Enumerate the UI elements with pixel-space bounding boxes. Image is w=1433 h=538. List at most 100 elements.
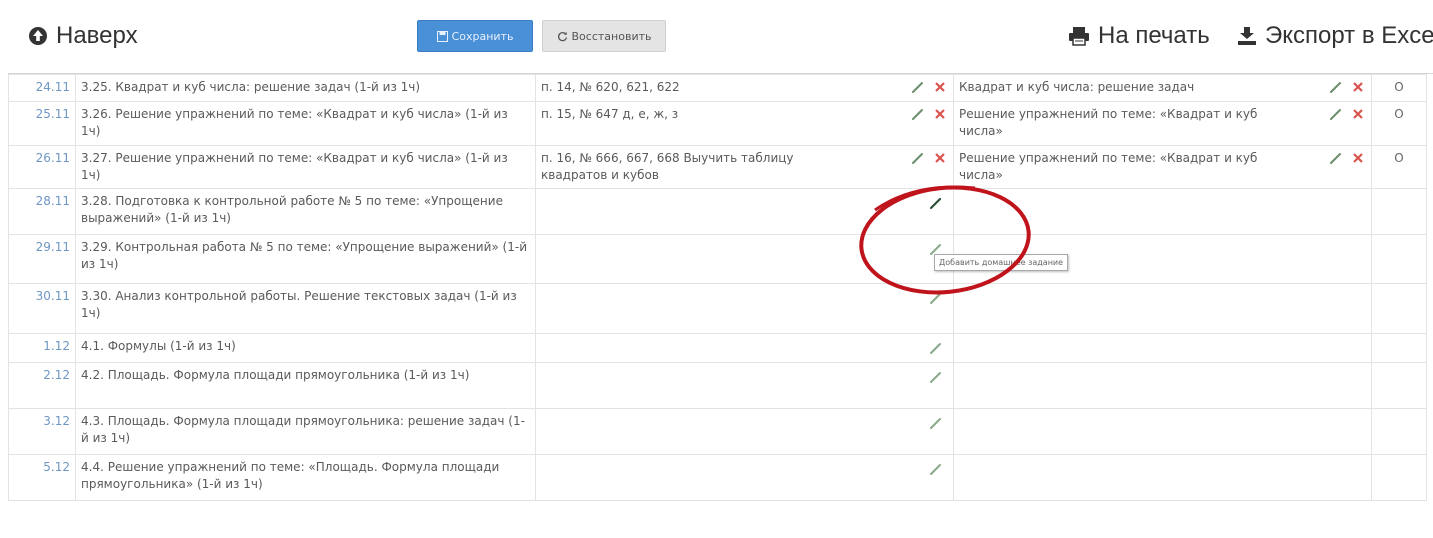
add-homework-pencil-icon[interactable]: [929, 341, 943, 355]
scroll-top-button[interactable]: Наверх: [28, 22, 138, 50]
lesson-topic: 3.27. Решение упражнений по теме: «Квадр…: [75, 145, 536, 189]
export-excel-label: Экспорт в Excel: [1265, 22, 1433, 49]
lessons-table: 24.11 3.25. Квадрат и куб числа: решение…: [8, 74, 1427, 501]
homework-cell: [535, 408, 954, 455]
homework-cell: п. 14, № 620, 621, 622: [535, 74, 954, 102]
homework-topic-cell: Решение упражнений по теме: «Квадрат и к…: [953, 145, 1372, 189]
export-excel-button[interactable]: Экспорт в Excel: [1237, 22, 1433, 50]
homework-cell: [535, 283, 954, 334]
restore-button[interactable]: Восстановить: [542, 20, 666, 52]
lesson-date: 25.11: [8, 101, 76, 146]
save-button[interactable]: Сохранить: [417, 20, 533, 52]
homework-topic-cell: Решение упражнений по теме: «Квадрат и к…: [953, 101, 1372, 146]
table-row: 26.11 3.27. Решение упражнений по теме: …: [8, 145, 1427, 189]
homework-topic-cell: [953, 283, 1372, 334]
table-row: 29.11 3.29. Контрольная работа № 5 по те…: [8, 234, 1427, 284]
lesson-date: 30.11: [8, 283, 76, 334]
add-homework-pencil-icon[interactable]: [929, 291, 943, 305]
add-homework-pencil-icon[interactable]: [929, 370, 943, 384]
mark-cell[interactable]: О: [1371, 101, 1427, 146]
restore-label: Восстановить: [571, 29, 652, 43]
lesson-topic: 4.4. Решение упражнений по теме: «Площад…: [75, 454, 536, 501]
lesson-topic: 3.29. Контрольная работа № 5 по теме: «У…: [75, 234, 536, 284]
add-homework-tooltip: Добавить домашнее задание: [934, 254, 1069, 271]
lesson-topic: 3.28. Подготовка к контрольной работе № …: [75, 188, 536, 235]
lesson-topic: 3.25. Квадрат и куб числа: решение задач…: [75, 74, 536, 102]
add-homework-pencil-icon[interactable]: [929, 462, 943, 476]
delete-x-icon[interactable]: [1351, 107, 1365, 121]
lesson-date: 1.12: [8, 333, 76, 363]
homework-cell: [535, 188, 954, 235]
scroll-top-label: Наверх: [56, 22, 138, 49]
lesson-date: 2.12: [8, 362, 76, 409]
lesson-date: 28.11: [8, 188, 76, 235]
edit-pencil-icon[interactable]: [911, 151, 925, 165]
mark-cell[interactable]: [1371, 362, 1427, 409]
homework-cell: [535, 234, 954, 284]
homework-topic-text: Решение упражнений по теме: «Квадрат и к…: [959, 151, 1258, 182]
homework-cell: п. 16, № 666, 667, 668 Выучить таблицу к…: [535, 145, 954, 189]
homework-topic-cell: [953, 362, 1372, 409]
printer-icon: [1069, 27, 1089, 46]
mark-cell[interactable]: О: [1371, 145, 1427, 189]
print-button[interactable]: На печать: [1068, 22, 1210, 50]
lesson-topic: 4.2. Площадь. Формула площади прямоуголь…: [75, 362, 536, 409]
mark-cell[interactable]: [1371, 188, 1427, 235]
mark-cell[interactable]: О: [1371, 74, 1427, 102]
homework-cell: [535, 362, 954, 409]
toolbar: Наверх Сохранить Восстановить На печать …: [0, 0, 1433, 68]
mark-cell[interactable]: [1371, 333, 1427, 363]
homework-text: п. 14, № 620, 621, 622: [541, 80, 680, 94]
delete-x-icon[interactable]: [1351, 151, 1365, 165]
add-homework-pencil-icon[interactable]: [929, 196, 943, 210]
delete-x-icon[interactable]: [933, 80, 947, 94]
mark-cell[interactable]: [1371, 234, 1427, 284]
table-row: 28.11 3.28. Подготовка к контрольной раб…: [8, 188, 1427, 235]
lesson-date: 24.11: [8, 74, 76, 102]
homework-cell: [535, 333, 954, 363]
table-row: 3.12 4.3. Площадь. Формула площади прямо…: [8, 408, 1427, 455]
table-row: 25.11 3.26. Решение упражнений по теме: …: [8, 101, 1427, 146]
homework-cell: [535, 454, 954, 501]
floppy-icon: [436, 30, 448, 42]
edit-pencil-icon[interactable]: [1329, 151, 1343, 165]
lesson-topic: 3.30. Анализ контрольной работы. Решение…: [75, 283, 536, 334]
homework-cell: п. 15, № 647 д, е, ж, з: [535, 101, 954, 146]
refresh-icon: [557, 31, 567, 41]
homework-topic-cell: [953, 408, 1372, 455]
arrow-up-circle-icon: [29, 27, 47, 45]
add-homework-pencil-icon[interactable]: [929, 416, 943, 430]
mark-cell[interactable]: [1371, 454, 1427, 501]
save-label: Сохранить: [451, 29, 514, 43]
lesson-date: 5.12: [8, 454, 76, 501]
delete-x-icon[interactable]: [933, 107, 947, 121]
homework-topic-cell: [953, 188, 1372, 235]
edit-pencil-icon[interactable]: [911, 107, 925, 121]
lesson-topic: 4.3. Площадь. Формула площади прямоуголь…: [75, 408, 536, 455]
edit-pencil-icon[interactable]: [911, 80, 925, 94]
mark-cell[interactable]: [1371, 408, 1427, 455]
table-row: 24.11 3.25. Квадрат и куб числа: решение…: [8, 74, 1427, 102]
lesson-topic: 4.1. Формулы (1-й из 1ч): [75, 333, 536, 363]
homework-text: п. 15, № 647 д, е, ж, з: [541, 107, 679, 121]
homework-text: п. 16, № 666, 667, 668 Выучить таблицу к…: [541, 151, 794, 182]
edit-pencil-icon[interactable]: [1329, 80, 1343, 94]
mark-cell[interactable]: [1371, 283, 1427, 334]
lesson-topic: 3.26. Решение упражнений по теме: «Квадр…: [75, 101, 536, 146]
edit-pencil-icon[interactable]: [1329, 107, 1343, 121]
homework-topic-cell: [953, 454, 1372, 501]
lesson-date: 29.11: [8, 234, 76, 284]
homework-topic-text: Решение упражнений по теме: «Квадрат и к…: [959, 107, 1258, 138]
print-label: На печать: [1098, 22, 1210, 49]
table-row: 5.12 4.4. Решение упражнений по теме: «П…: [8, 454, 1427, 501]
delete-x-icon[interactable]: [1351, 80, 1365, 94]
delete-x-icon[interactable]: [933, 151, 947, 165]
homework-topic-text: Квадрат и куб числа: решение задач: [959, 80, 1195, 94]
table-row: 2.12 4.2. Площадь. Формула площади прямо…: [8, 362, 1427, 409]
homework-topic-cell: [953, 333, 1372, 363]
table-row: 1.12 4.1. Формулы (1-й из 1ч): [8, 333, 1427, 363]
lesson-date: 26.11: [8, 145, 76, 189]
download-file-icon: [1238, 27, 1256, 45]
table-row: 30.11 3.30. Анализ контрольной работы. Р…: [8, 283, 1427, 334]
homework-topic-cell: Квадрат и куб числа: решение задач: [953, 74, 1372, 102]
